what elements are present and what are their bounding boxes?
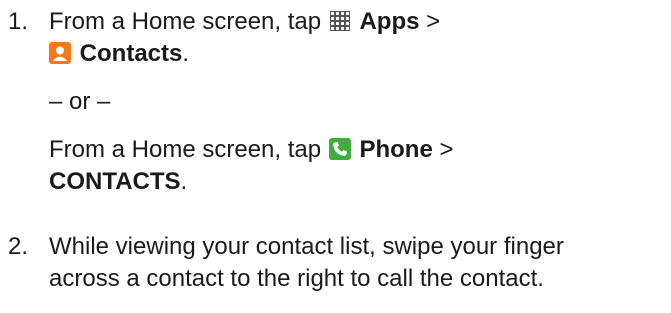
period: . xyxy=(180,168,188,195)
separator: > xyxy=(426,8,441,35)
step-2-line-2: across a contact to the right to call th… xyxy=(49,265,544,292)
phone-icon xyxy=(328,138,351,160)
step-1-line-1: From a Home screen, tap Apps > xyxy=(49,6,669,38)
alt-line-1: From a Home screen, tap Phone > xyxy=(49,134,669,166)
apps-label: Apps xyxy=(359,8,420,35)
phone-label: Phone xyxy=(359,136,433,163)
or-separator: – or – xyxy=(49,88,111,115)
instruction-document: 1. From a Home screen, tap Apps > Contac… xyxy=(0,0,671,313)
step-1-body: From a Home screen, tap Apps > Contacts. xyxy=(49,6,669,70)
alt-line-2: CONTACTS. xyxy=(49,166,669,198)
step-number: 2. xyxy=(8,233,29,260)
separator: > xyxy=(439,136,454,163)
instruction-text: From a Home screen, tap xyxy=(49,136,322,163)
step-1-line-2: Contacts. xyxy=(49,38,669,70)
apps-grid-icon xyxy=(329,10,351,32)
instruction-text: From a Home screen, tap xyxy=(49,8,322,35)
step-2-line-1: While viewing your contact list, swipe y… xyxy=(49,233,564,260)
contacts-tab-label: CONTACTS xyxy=(49,168,181,195)
period: . xyxy=(182,40,190,67)
step-number: 1. xyxy=(8,8,29,35)
contacts-icon xyxy=(49,42,71,64)
contacts-label: Contacts xyxy=(79,40,183,67)
